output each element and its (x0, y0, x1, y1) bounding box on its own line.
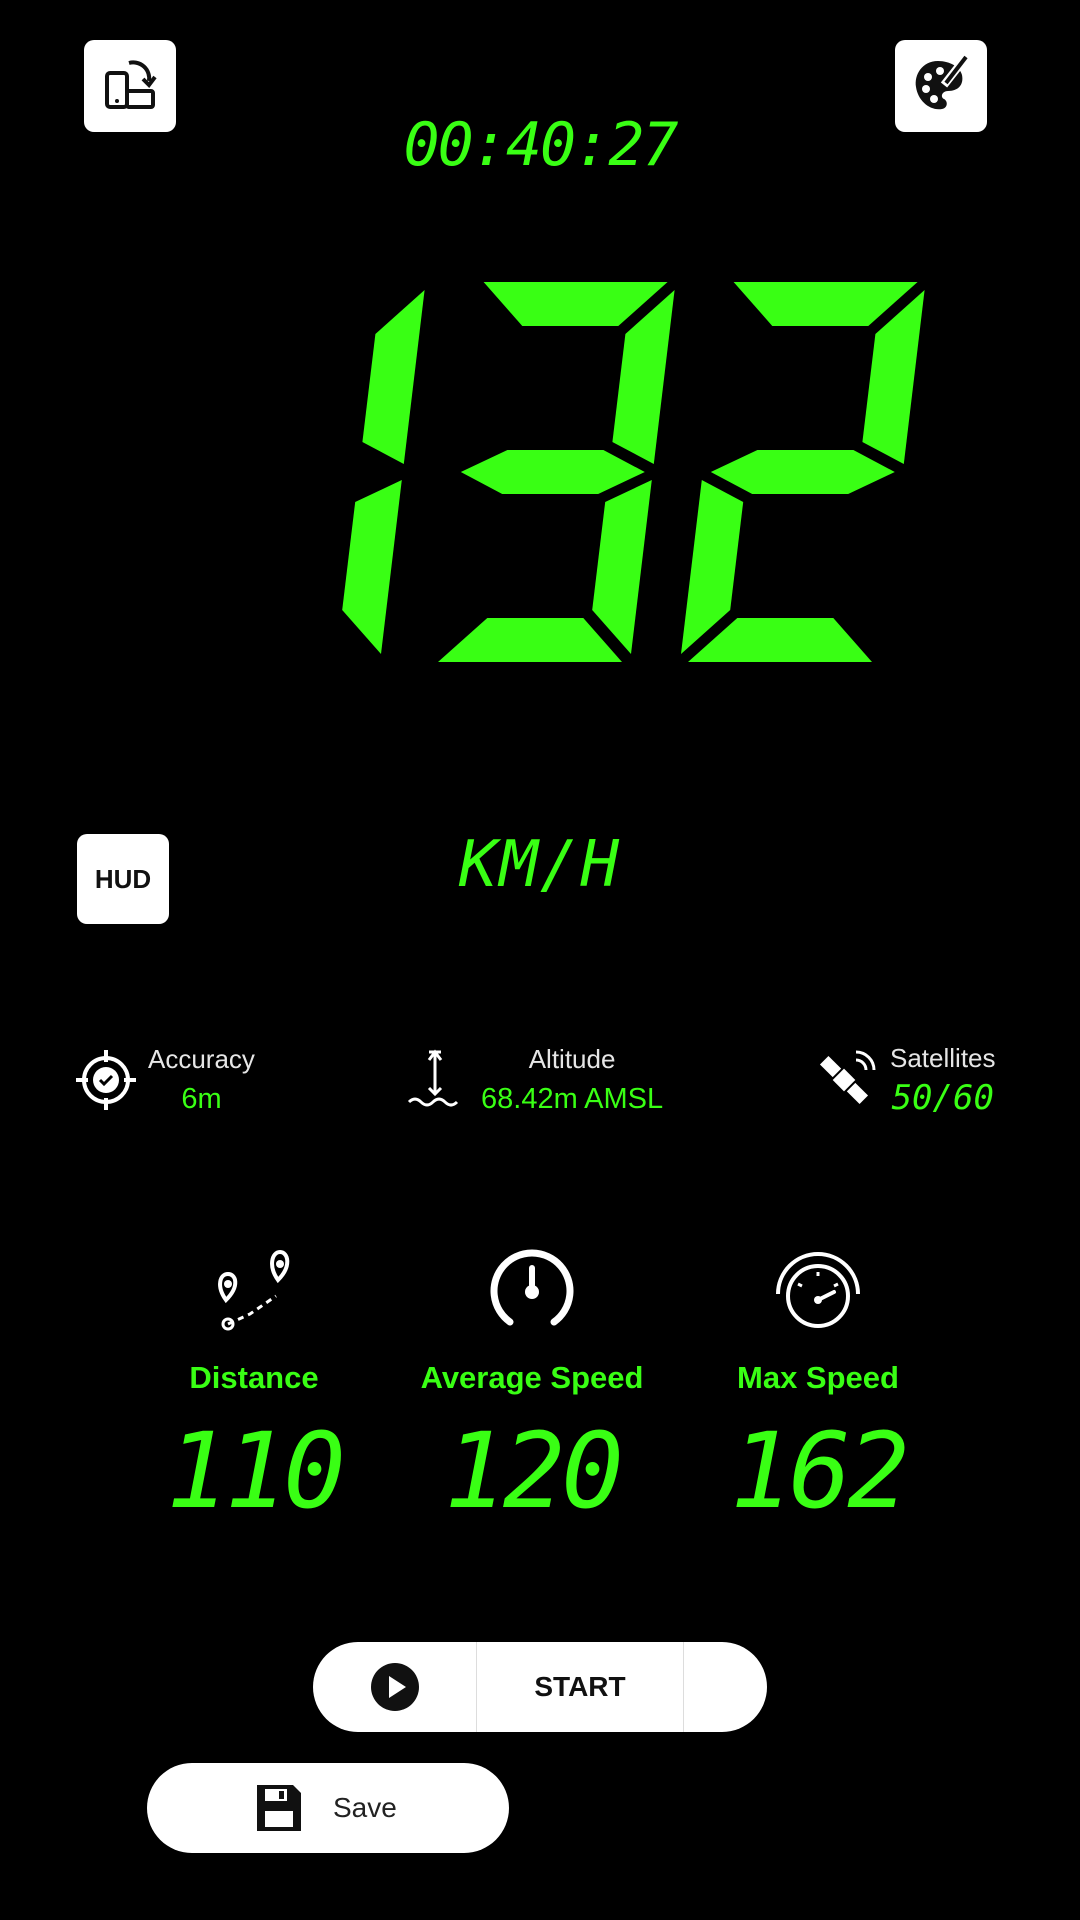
max-speed-stat: Max Speed 162 (678, 1238, 958, 1532)
distance-label: Distance (189, 1360, 319, 1395)
satellite-icon (812, 1048, 876, 1112)
accuracy-value: 6m (181, 1083, 222, 1115)
max-speed-label: Max Speed (737, 1360, 899, 1395)
speed-unit: KM/H (458, 828, 622, 902)
average-speed-label: Average Speed (420, 1360, 644, 1395)
accuracy-label: Accuracy (148, 1044, 255, 1074)
speed-digit-1-segment-g (460, 450, 645, 494)
speed-digit-1-segment-a (483, 282, 668, 326)
altitude-value: 68.42m AMSL (481, 1083, 664, 1115)
distance-value: 110 (166, 1410, 346, 1532)
save-label: Save (333, 1792, 397, 1823)
target-icon (74, 1048, 138, 1112)
satellites-info: Satellites 50/60 (812, 1040, 996, 1120)
play-icon (370, 1662, 420, 1712)
altitude-icon (405, 1048, 465, 1112)
average-speed-value: 120 (444, 1410, 624, 1532)
gauge-icon (484, 1240, 580, 1336)
altitude-label: Altitude (528, 1044, 616, 1074)
start-button[interactable]: START (313, 1642, 767, 1732)
satellites-label: Satellites (890, 1042, 996, 1073)
rotate-screen-icon (99, 55, 161, 117)
speed-digit-2-segment-a (733, 282, 918, 326)
speed-digit-2-segment-g (710, 450, 895, 494)
speed-digit-2-segment-d (688, 618, 872, 662)
distance-stat: Distance 110 (114, 1238, 394, 1532)
max-speed-value: 162 (730, 1410, 910, 1532)
save-button[interactable]: Save (147, 1763, 509, 1853)
accuracy-info: Accuracy 6m (74, 1040, 255, 1120)
trip-timer: 00:40:27 (403, 110, 679, 180)
average-speed-stat: Average Speed 120 (392, 1238, 672, 1532)
altitude-info: Altitude 68.42m AMSL (405, 1040, 663, 1120)
speed-digit-1-segment-d (438, 618, 622, 662)
speed-digit-0-segment-c (342, 480, 402, 654)
speed-digit-0-segment-b (362, 290, 425, 464)
speedometer-icon (770, 1240, 866, 1336)
current-speed (342, 282, 925, 662)
speedometer-screen: 00:40:27 HUD KM/H Accuracy 6m Altitude 6… (0, 0, 1080, 1920)
start-label: START (477, 1642, 684, 1732)
satellites-value: 50/60 (891, 1077, 994, 1118)
floppy-disk-icon (255, 1783, 303, 1833)
speed-digit-1-segment-c (592, 480, 652, 654)
route-icon (206, 1240, 302, 1336)
